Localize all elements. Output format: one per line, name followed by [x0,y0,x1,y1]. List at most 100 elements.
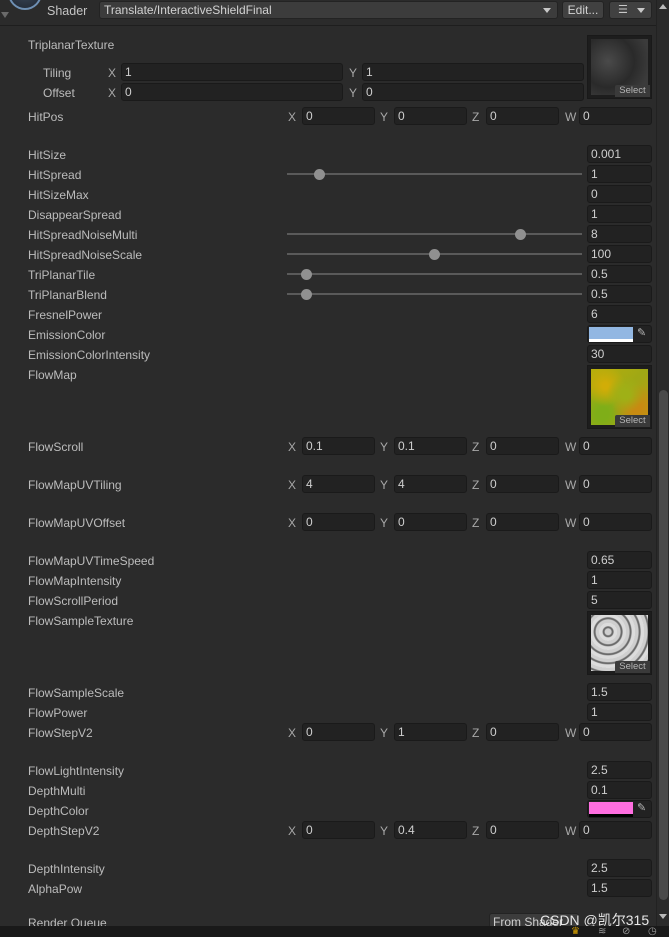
depthcolor-alpha-bar [589,814,633,817]
hitspreadnoisescale-field[interactable]: 100 [587,245,652,263]
flowmapuvtimespeed-label: FlowMapUVTimeSpeed [28,554,155,568]
flowscroll-y-field[interactable]: 0.1 [394,437,467,455]
flowscroll-w-field[interactable]: 0 [579,437,652,455]
offset-label: Offset [43,86,75,100]
axis-label-x: X [288,478,297,492]
triplanarblend-field[interactable]: 0.5 [587,285,652,303]
hitspreadnoisescale-slider-thumb[interactable] [429,249,440,260]
hitsizemax-label: HitSizeMax [28,188,89,202]
flowmap-texture-slot[interactable]: Select [587,365,652,429]
triplanartile-slider-thumb[interactable] [300,269,312,280]
axis-label-y: Y [380,478,389,492]
axis-label-w: W [565,726,577,740]
emissioncolor-swatch[interactable] [589,327,633,339]
emissioncolorintensity-label: EmissionColorIntensity [28,348,151,362]
axis-label-w: W [565,110,577,124]
vertical-scrollbar[interactable] [656,0,669,926]
emissioncolor-alpha-bar [589,339,633,342]
flowmapuvoffset-z-field[interactable]: 0 [486,513,559,531]
shader-dropdown[interactable]: Translate/InteractiveShieldFinal [99,1,558,19]
hitspreadnoisemulti-field[interactable]: 8 [587,225,652,243]
hitspreadnoisemulti-slider-thumb[interactable] [514,229,526,240]
hitspreadnoisescale-label: HitSpreadNoiseScale [28,248,143,262]
eyedropper-icon[interactable]: ✎ [637,801,646,814]
flowstepv2-z-field[interactable]: 0 [486,723,559,741]
layers-icon[interactable]: ≋ [598,926,606,937]
depthintensity-field[interactable]: 2.5 [587,859,652,877]
triplanarblend-slider-track[interactable] [287,293,582,295]
axis-label-z: Z [472,726,480,740]
hitspread-slider-thumb[interactable] [313,169,325,180]
status-bar [0,926,669,937]
clock-icon[interactable]: ◷ [648,926,657,937]
eyedropper-icon[interactable]: ✎ [637,326,646,339]
flowsampletexture-slot[interactable]: Select [587,611,652,675]
shader-menu-button[interactable]: ☰ [609,1,652,19]
flowmapuvtiling-y-field[interactable]: 4 [394,475,467,493]
flowpower-field[interactable]: 1 [587,703,652,721]
visibility-icon[interactable]: ⊘ [622,926,630,937]
hitpos-x-field[interactable]: 0 [302,107,375,125]
hitsizemax-field[interactable]: 0 [587,185,652,203]
flowmapuvtimespeed-field[interactable]: 0.65 [587,551,652,569]
hitspread-slider-track[interactable] [287,173,582,175]
triplanartile-slider-track[interactable] [287,273,582,275]
depthstepv2-w-field[interactable]: 0 [579,821,652,839]
tiling-x-field[interactable]: 1 [121,63,343,81]
flowsamplescale-field[interactable]: 1.5 [587,683,652,701]
triplanar-texture-select-button[interactable]: Select [615,85,650,97]
flowmapintensity-field[interactable]: 1 [587,571,652,589]
flowstepv2-y-field[interactable]: 1 [394,723,467,741]
flowmap-select-button[interactable]: Select [615,415,650,427]
scroll-up-icon[interactable] [659,4,667,9]
emissioncolorintensity-field[interactable]: 30 [587,345,652,363]
list-icon: ☰ [618,4,628,16]
triplanar-texture-slot[interactable]: Select [587,35,652,99]
triplanartile-field[interactable]: 0.5 [587,265,652,283]
offset-x-field[interactable]: 0 [121,83,343,101]
depthstepv2-y-field[interactable]: 0.4 [394,821,467,839]
flowlightintensity-field[interactable]: 2.5 [587,761,652,779]
foldout-arrow-icon[interactable] [1,12,9,18]
flowmapuvoffset-x-field[interactable]: 0 [302,513,375,531]
scroll-down-icon[interactable] [659,914,667,919]
alphapow-field[interactable]: 1.5 [587,879,652,897]
depthcolor-swatch[interactable] [589,802,633,814]
hitsize-field[interactable]: 0.001 [587,145,652,163]
hitspread-field[interactable]: 1 [587,165,652,183]
axis-label-z: Z [472,478,480,492]
hitpos-w-field[interactable]: 0 [579,107,652,125]
axis-label-x: X [288,516,297,530]
offset-y-field[interactable]: 0 [362,83,584,101]
flowmapuvtiling-z-field[interactable]: 0 [486,475,559,493]
emissioncolor-field[interactable]: ✎ [587,325,652,343]
flowmapuvoffset-w-field[interactable]: 0 [579,513,652,531]
flowscroll-x-field[interactable]: 0.1 [302,437,375,455]
fresnelpower-field[interactable]: 6 [587,305,652,323]
flowmapuvtiling-x-field[interactable]: 4 [302,475,375,493]
axis-label-w: W [565,516,577,530]
flowstepv2-x-field[interactable]: 0 [302,723,375,741]
axis-label-z: Z [472,440,480,454]
tiling-y-field[interactable]: 1 [362,63,584,81]
crown-icon[interactable]: ♛ [571,926,580,937]
depthcolor-field[interactable]: ✎ [587,800,652,818]
hitpos-label: HitPos [28,110,64,124]
flowscroll-z-field[interactable]: 0 [486,437,559,455]
flowsampletexture-select-button[interactable]: Select [615,661,650,673]
flowstepv2-w-field[interactable]: 0 [579,723,652,741]
edit-shader-button[interactable]: Edit... [562,1,604,19]
triplanarblend-slider-thumb[interactable] [300,289,312,300]
flowmapuvtiling-w-field[interactable]: 0 [579,475,652,493]
flowmapuvoffset-y-field[interactable]: 0 [394,513,467,531]
depthstepv2-x-field[interactable]: 0 [302,821,375,839]
disappearspread-field[interactable]: 1 [587,205,652,223]
hitspreadnoisemulti-slider-track[interactable] [287,233,582,235]
axis-label-x: X [108,66,117,80]
depthstepv2-z-field[interactable]: 0 [486,821,559,839]
scrollbar-thumb[interactable] [659,390,668,900]
flowscrollperiod-field[interactable]: 5 [587,591,652,609]
hitpos-z-field[interactable]: 0 [486,107,559,125]
depthmulti-field[interactable]: 0.1 [587,781,652,799]
hitpos-y-field[interactable]: 0 [394,107,467,125]
